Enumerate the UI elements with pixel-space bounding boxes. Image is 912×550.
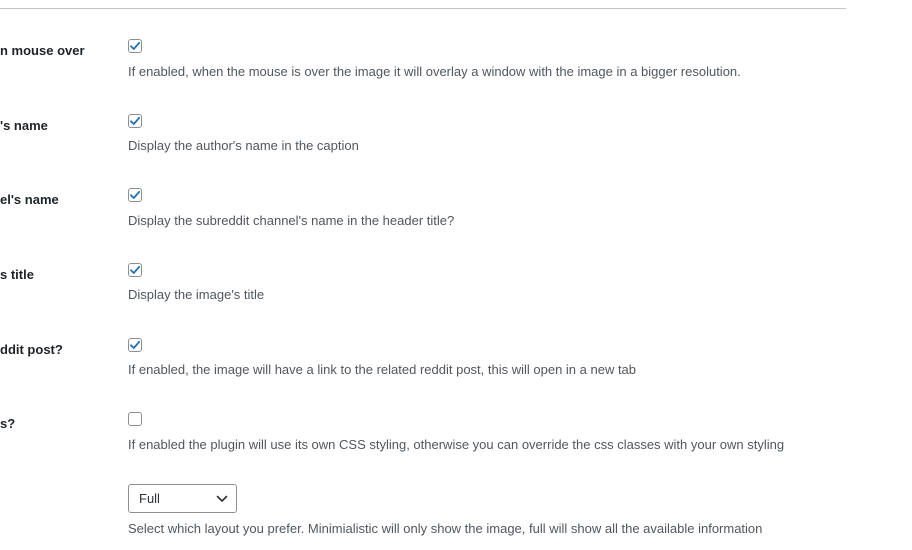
check-icon — [130, 41, 141, 50]
check-icon — [130, 340, 141, 349]
row-label-css: s? — [0, 416, 16, 431]
checkbox-own-css[interactable] — [128, 412, 142, 426]
checkbox-author-name[interactable] — [128, 114, 142, 128]
checkbox-image-title[interactable] — [128, 263, 142, 277]
check-icon — [130, 265, 141, 274]
layout-select-value: Full — [139, 491, 160, 506]
chevron-down-icon — [216, 495, 228, 502]
checkbox-reddit-link[interactable] — [128, 338, 142, 352]
checkbox-channel-name[interactable] — [128, 188, 142, 202]
description-channel-name: Display the subreddit channel's name in … — [128, 213, 455, 228]
layout-select[interactable]: Full — [128, 484, 237, 513]
description-author-name: Display the author's name in the caption — [128, 138, 359, 153]
row-label-hover: n mouse over — [0, 43, 85, 58]
section-divider — [0, 8, 846, 9]
check-icon — [130, 190, 141, 199]
description-layout: Select which layout you prefer. Minimial… — [128, 521, 763, 536]
row-label-title: s title — [0, 267, 34, 282]
description-own-css: If enabled the plugin will use its own C… — [128, 437, 785, 452]
row-label-author: 's name — [0, 118, 48, 133]
description-hover-zoom: If enabled, when the mouse is over the i… — [128, 64, 741, 79]
row-label-reddit-post: ddit post? — [0, 342, 63, 357]
description-image-title: Display the image's title — [128, 287, 265, 302]
checkbox-hover-zoom[interactable] — [128, 39, 142, 53]
check-icon — [130, 116, 141, 125]
row-label-channel: el's name — [0, 192, 59, 207]
description-reddit-link: If enabled, the image will have a link t… — [128, 362, 637, 377]
